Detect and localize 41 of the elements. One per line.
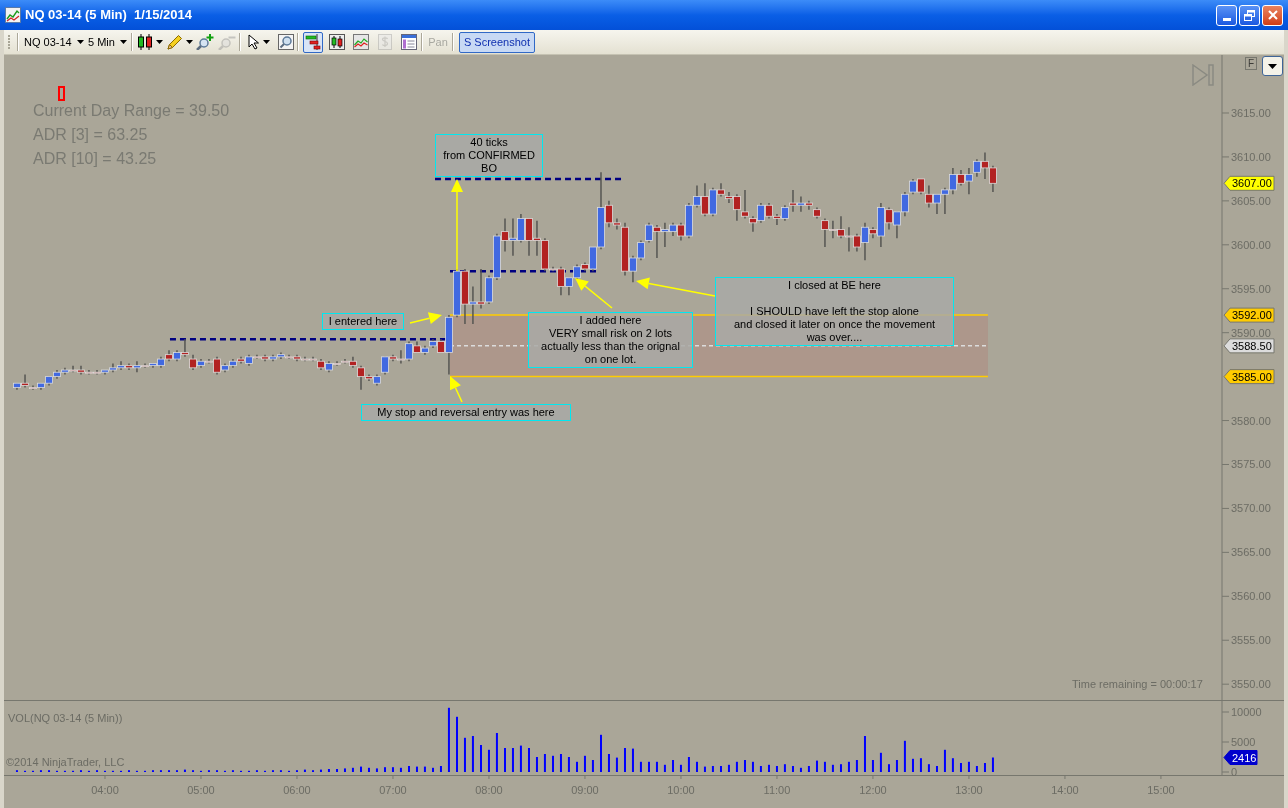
price-axis-label: 3590.00 (1231, 326, 1271, 339)
time-remaining-text: Time remaining = 00:00:17 (1072, 678, 1203, 691)
time-axis-label: 12:00 (859, 784, 887, 796)
time-axis-label: 15:00 (1147, 784, 1175, 796)
annotation-note: I closed at BE here I SHOULD have left the stop alone and closed it later on once the movement was over.... (715, 277, 954, 346)
price-tag: 3592.00 (1223, 307, 1275, 323)
time-axis-label: 07:00 (379, 784, 407, 796)
time-axis-label: 08:00 (475, 784, 503, 796)
price-axis-label: 3575.00 (1231, 458, 1271, 471)
copyright-text: ©2014 NinjaTrader, LLC (6, 756, 125, 768)
time-axis-label: 10:00 (667, 784, 695, 796)
time-axis-label: 11:00 (763, 784, 791, 796)
time-axis-label: 05:00 (187, 784, 215, 796)
price-tag: 3585.00 (1223, 369, 1275, 385)
volume-chart-title: VOL(NQ 03-14 (5 Min)) (8, 712, 123, 725)
volume-axis-label: 5000 (1231, 736, 1256, 748)
volume-axis-label: 10000 (1231, 706, 1262, 718)
price-axis-label: 3550.00 (1231, 678, 1271, 691)
price-axis-label: 3565.00 (1231, 546, 1271, 559)
price-axis-label: 3560.00 (1231, 590, 1271, 603)
price-axis-label: 3595.00 (1231, 282, 1271, 295)
price-axis-label: 3555.00 (1231, 634, 1271, 647)
time-axis-label: 04:00 (91, 784, 119, 796)
price-axis-label: 3605.00 (1231, 194, 1271, 207)
price-axis-label: 3610.00 (1231, 150, 1271, 163)
price-axis-label: 3580.00 (1231, 414, 1271, 427)
price-axis-label: 3615.00 (1231, 107, 1271, 119)
time-axis-label: 09:00 (571, 784, 599, 796)
time-axis-label: 14:00 (1051, 784, 1079, 796)
price-tag: 3588.50 (1223, 338, 1275, 354)
price-axis-label: 3570.00 (1231, 502, 1271, 515)
window-title: NQ 03-14 (5 Min) 1/15/2014 (25, 6, 192, 25)
price-tag: 2416 (1223, 750, 1258, 765)
price-axis-label: 3600.00 (1231, 238, 1271, 251)
time-axis-label: 06:00 (283, 784, 311, 796)
annotation-note: I entered here (322, 313, 404, 330)
annotation-note: My stop and reversal entry was here (361, 404, 571, 421)
annotation-note: I added here VERY small risk on 2 lots actually less than the orignal on one lot. (528, 312, 693, 368)
annotation-note: 40 ticks from CONFIRMED BO (435, 134, 543, 177)
price-tag: 3607.00 (1223, 175, 1275, 191)
time-axis-label: 13:00 (955, 784, 983, 796)
